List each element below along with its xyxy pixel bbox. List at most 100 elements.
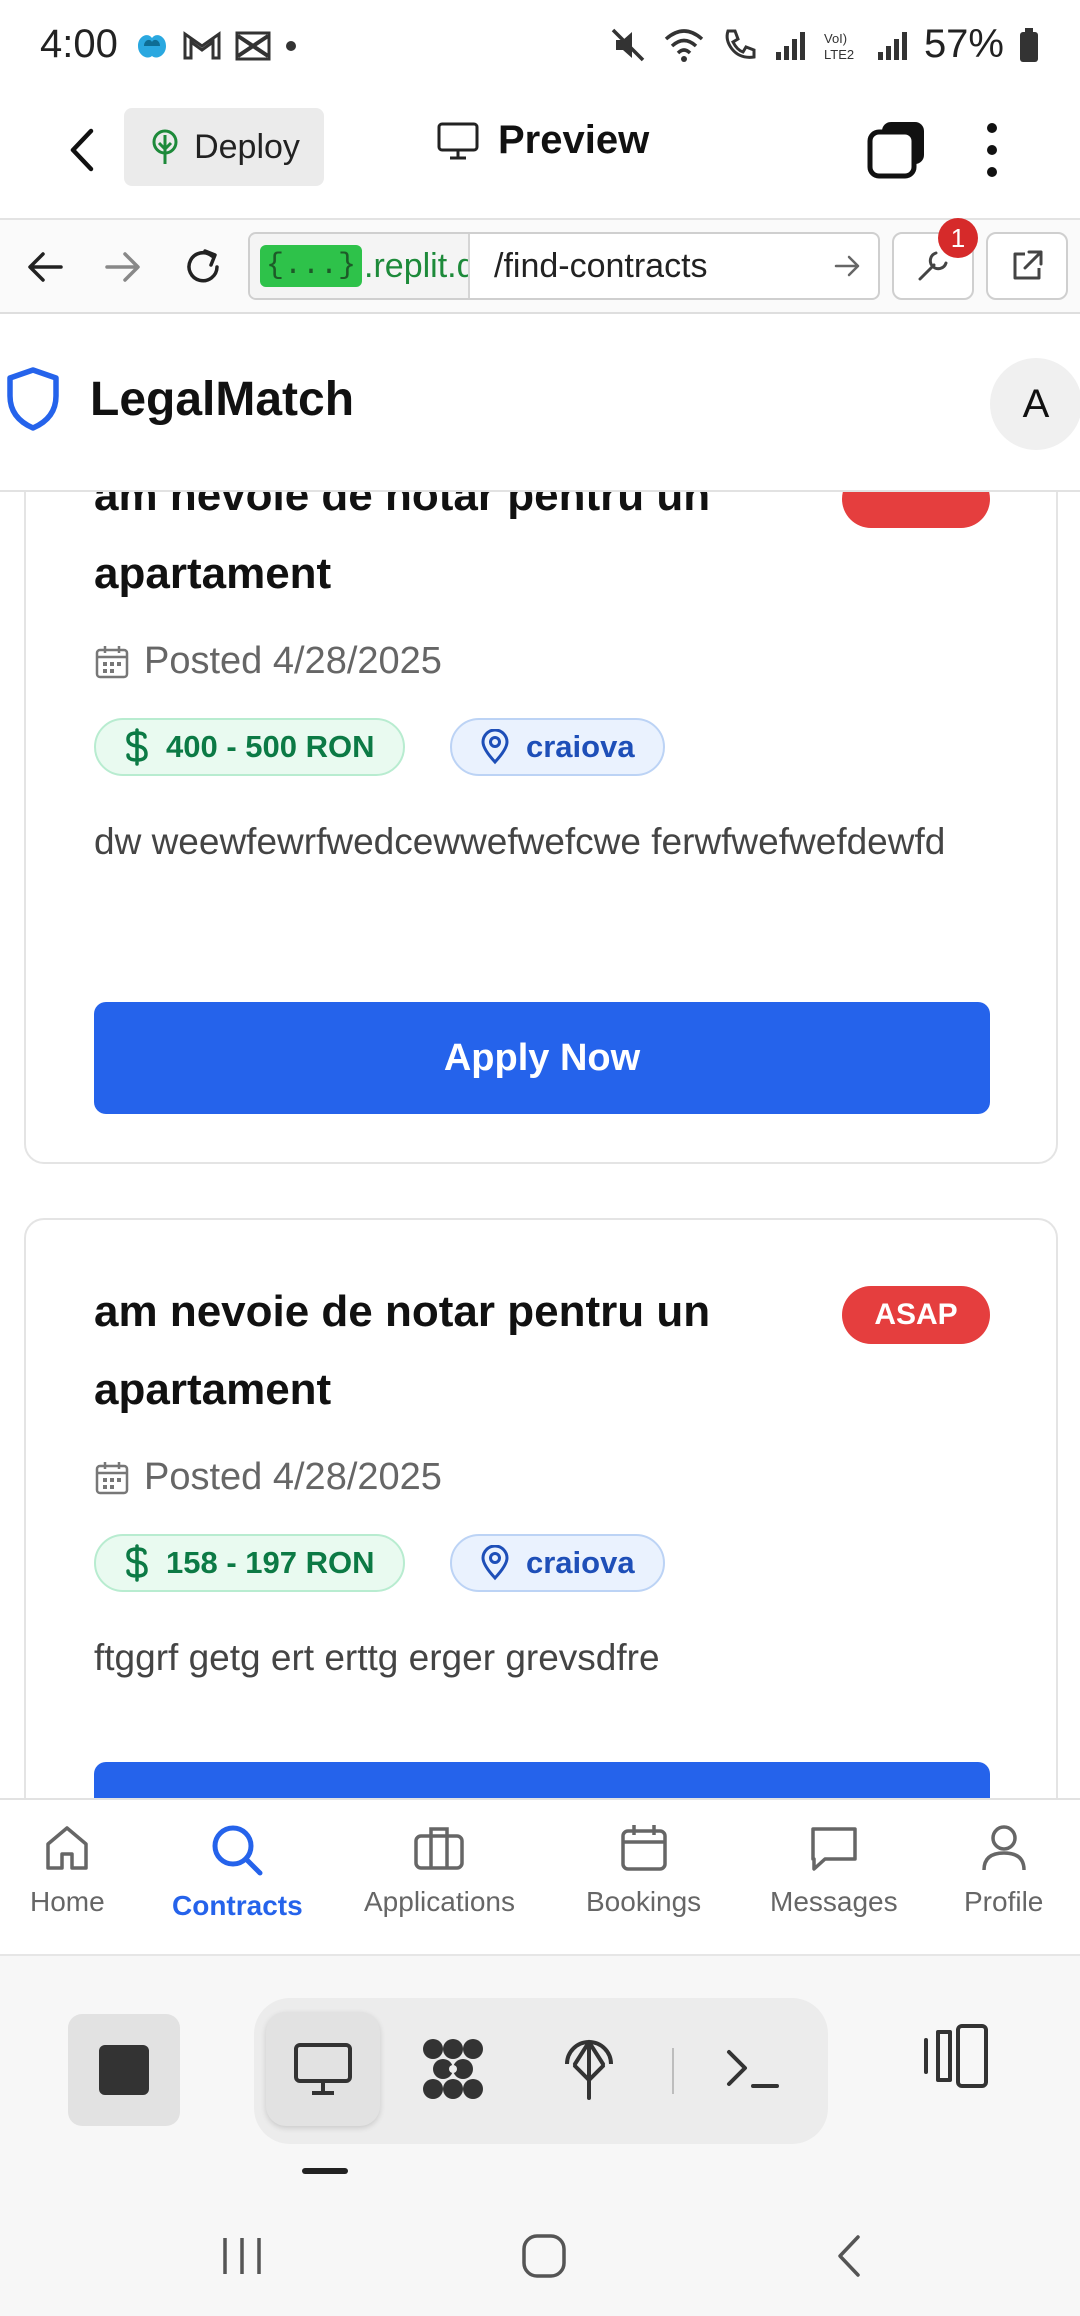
volte-icon: VoI)LTE2	[824, 31, 854, 62]
back-button[interactable]	[52, 120, 112, 180]
browser-forward-button[interactable]	[98, 242, 148, 292]
preview-tool-button[interactable]	[266, 2012, 380, 2126]
recent-apps-icon	[223, 2238, 261, 2274]
nav-item-applications[interactable]: Applications	[364, 1822, 515, 1918]
bottom-nav: Home Contracts Applications Bookings Mes…	[0, 1798, 1080, 1956]
dot-icon	[286, 41, 296, 51]
nav-item-messages[interactable]: Messages	[770, 1822, 898, 1918]
avatar[interactable]: A	[990, 358, 1080, 450]
arrow-right-icon	[105, 252, 140, 282]
devtools-button[interactable]: 1	[892, 218, 978, 300]
reload-icon	[187, 249, 219, 283]
status-time: 4:00	[40, 22, 118, 66]
posted-text: Posted 4/28/2025	[144, 640, 442, 682]
recent-apps-button[interactable]	[212, 2226, 272, 2286]
contract-title: am nevoie de notar pentru un apartament	[94, 492, 711, 598]
calendar-icon	[95, 645, 129, 678]
urgency-badge	[842, 492, 990, 528]
stop-icon	[99, 2045, 149, 2095]
contract-card: am nevoie de notar pentru un apartament …	[24, 492, 1058, 1164]
go-arrow-icon	[834, 255, 860, 277]
signal-icon	[775, 31, 805, 60]
url-badge: {...}	[260, 245, 363, 287]
notification-badge: 1	[938, 218, 978, 258]
system-back-button[interactable]	[818, 2226, 878, 2286]
contracts-list[interactable]: am nevoie de notar pentru un apartament …	[0, 492, 1080, 1798]
monitor-icon	[437, 122, 479, 159]
contract-title: am nevoie de notar pentru un apartament	[94, 1287, 711, 1414]
location-text: craiova	[526, 1545, 635, 1580]
deploy-tree-icon	[152, 129, 178, 164]
tabs-icon[interactable]	[866, 118, 928, 180]
posted-date: Posted 4/28/2025	[94, 1456, 442, 1499]
home-icon	[46, 1826, 89, 1870]
shell-tool-button[interactable]	[696, 2012, 810, 2126]
svg-text:VoI): VoI)	[824, 31, 847, 46]
signal-icon-2	[877, 31, 907, 60]
home-button[interactable]	[514, 2226, 574, 2286]
search-icon	[212, 1825, 263, 1876]
mute-icon	[611, 28, 645, 61]
terminal-icon	[727, 2050, 779, 2088]
nav-item-bookings[interactable]: Bookings	[586, 1822, 701, 1918]
open-external-button[interactable]	[986, 232, 1068, 300]
preview-title: Preview	[436, 118, 649, 163]
avatar-initial: A	[1022, 381, 1050, 426]
tool-group	[254, 1998, 828, 2144]
urgency-badge: ASAP	[842, 1286, 990, 1344]
home-circle-icon	[522, 2234, 566, 2278]
contract-description: dw weewfewrfwedcewwefwefcwe ferwfwefwefd…	[94, 821, 946, 862]
arrow-left-icon	[28, 252, 63, 282]
nav-label-messages: Messages	[770, 1886, 898, 1917]
nav-item-home[interactable]: Home	[30, 1822, 105, 1918]
url-domain: .replit.de	[364, 246, 468, 285]
app-header: LegalMatch A	[0, 314, 1080, 492]
price-text: 158 - 197 RON	[166, 1545, 375, 1580]
preview-label: Preview	[498, 118, 650, 162]
browser-back-button[interactable]	[20, 242, 70, 292]
price-tag: 400 - 500 RON	[94, 718, 405, 776]
chevron-left-icon	[70, 128, 94, 172]
nav-label-home: Home	[30, 1886, 105, 1917]
nav-label-profile: Profile	[964, 1886, 1044, 1917]
posted-text: Posted 4/28/2025	[144, 1456, 442, 1498]
panel-toggle-icon[interactable]	[920, 2020, 992, 2092]
chevron-left-icon	[838, 2235, 860, 2277]
agent-icon	[423, 2039, 483, 2099]
apply-now-button[interactable]: Apply Now	[94, 1002, 990, 1114]
replit-header: Deploy Preview	[0, 92, 1080, 220]
android-nav-bar	[0, 2196, 1080, 2316]
stop-button[interactable]	[68, 2014, 180, 2126]
location-text: craiova	[526, 729, 635, 764]
battery-percent: 57%	[923, 22, 1004, 66]
url-go-button[interactable]	[818, 254, 878, 278]
posted-date: Posted 4/28/2025	[94, 640, 442, 683]
nav-label-bookings: Bookings	[586, 1886, 702, 1917]
status-bar: 4:00 VoI) LTE2 57%	[0, 0, 1080, 92]
call-icon	[725, 29, 756, 59]
contract-description: ftggrf getg ert erttg erger grevsdfre	[94, 1637, 660, 1678]
shield-icon	[7, 367, 59, 431]
url-bar[interactable]: {...} .replit.de /find-contracts	[248, 232, 880, 300]
deploy-button[interactable]: Deploy	[124, 108, 324, 186]
apply-now-button[interactable]: Apply Now	[94, 1762, 990, 1798]
notification-icons	[134, 28, 298, 64]
external-link-icon	[1013, 250, 1043, 280]
url-host[interactable]: {...} .replit.de	[250, 234, 470, 298]
nav-item-contracts[interactable]: Contracts	[172, 1822, 303, 1922]
gmail-icon	[183, 31, 221, 60]
monitor-icon	[294, 2043, 352, 2095]
tool-divider	[672, 2048, 674, 2094]
more-options-icon[interactable]	[972, 120, 1012, 180]
nav-label-applications: Applications	[364, 1886, 515, 1917]
nav-item-profile[interactable]: Profile	[964, 1822, 1043, 1918]
nav-label-contracts: Contracts	[172, 1890, 303, 1921]
calendar-icon	[620, 1825, 667, 1871]
url-path-input[interactable]: /find-contracts	[470, 247, 818, 286]
app-name: LegalMatch	[90, 373, 355, 426]
agent-tool-button[interactable]	[396, 2012, 510, 2126]
briefcase-icon	[414, 1827, 465, 1870]
deploy-tool-button[interactable]	[532, 2012, 646, 2126]
dollar-icon	[126, 728, 148, 766]
reload-button[interactable]	[178, 242, 228, 292]
